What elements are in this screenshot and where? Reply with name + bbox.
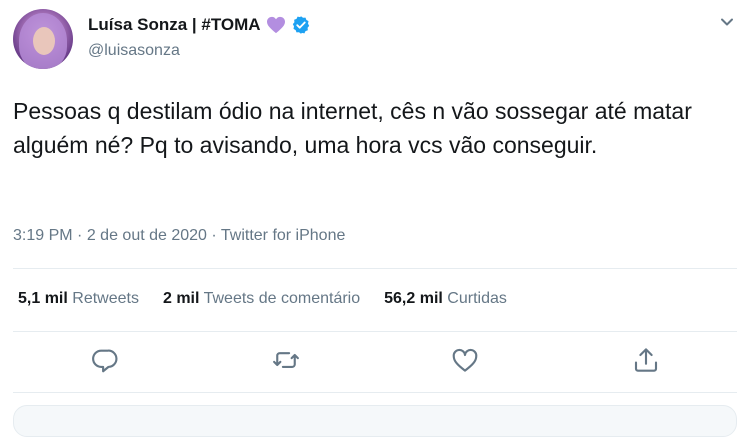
- like-icon[interactable]: [450, 345, 480, 375]
- divider: [13, 331, 737, 332]
- quotes-stat[interactable]: 2 mil Tweets de comentário: [163, 290, 360, 308]
- tweet-meta: 3:19 PM · 2 de out de 2020 · Twitter for…: [13, 227, 345, 245]
- tweet-source[interactable]: Twitter for iPhone: [221, 227, 346, 244]
- divider: [13, 392, 737, 393]
- verified-badge-icon: [291, 15, 311, 35]
- retweets-stat[interactable]: 5,1 mil Retweets: [18, 290, 139, 308]
- retweets-label: Retweets: [72, 290, 139, 307]
- divider: [13, 268, 737, 269]
- likes-stat[interactable]: 56,2 mil Curtidas: [384, 290, 507, 308]
- tweet-date[interactable]: 2 de out de 2020: [87, 227, 207, 244]
- tweet-stats: 5,1 mil Retweets 2 mil Tweets de comentá…: [18, 290, 507, 308]
- likes-label: Curtidas: [447, 290, 507, 307]
- retweet-icon[interactable]: [271, 345, 301, 375]
- quotes-label: Tweets de comentário: [203, 290, 361, 307]
- meta-separator: ·: [77, 227, 83, 244]
- quotes-count: 2 mil: [162, 290, 200, 307]
- purple-heart-icon: [266, 16, 286, 34]
- caret-down-icon[interactable]: [720, 15, 734, 29]
- likes-count: 56,2 mil: [384, 290, 443, 307]
- tweet-actions: [0, 345, 750, 381]
- avatar[interactable]: [13, 9, 73, 69]
- reply-box[interactable]: [13, 405, 737, 437]
- tweet-time[interactable]: 3:19 PM: [13, 227, 73, 244]
- avatar-face: [33, 27, 55, 55]
- share-icon[interactable]: [631, 345, 661, 375]
- meta-separator: ·: [211, 227, 217, 244]
- author-display-name[interactable]: Luísa Sonza | #TOMA: [88, 15, 261, 35]
- tweet-text: Pessoas q destilam ódio na internet, cês…: [13, 98, 692, 158]
- author-handle[interactable]: @luisasonza: [88, 42, 180, 60]
- author-name-row: Luísa Sonza | #TOMA: [88, 15, 311, 35]
- retweets-count: 5,1 mil: [18, 290, 68, 307]
- reply-icon[interactable]: [90, 345, 120, 375]
